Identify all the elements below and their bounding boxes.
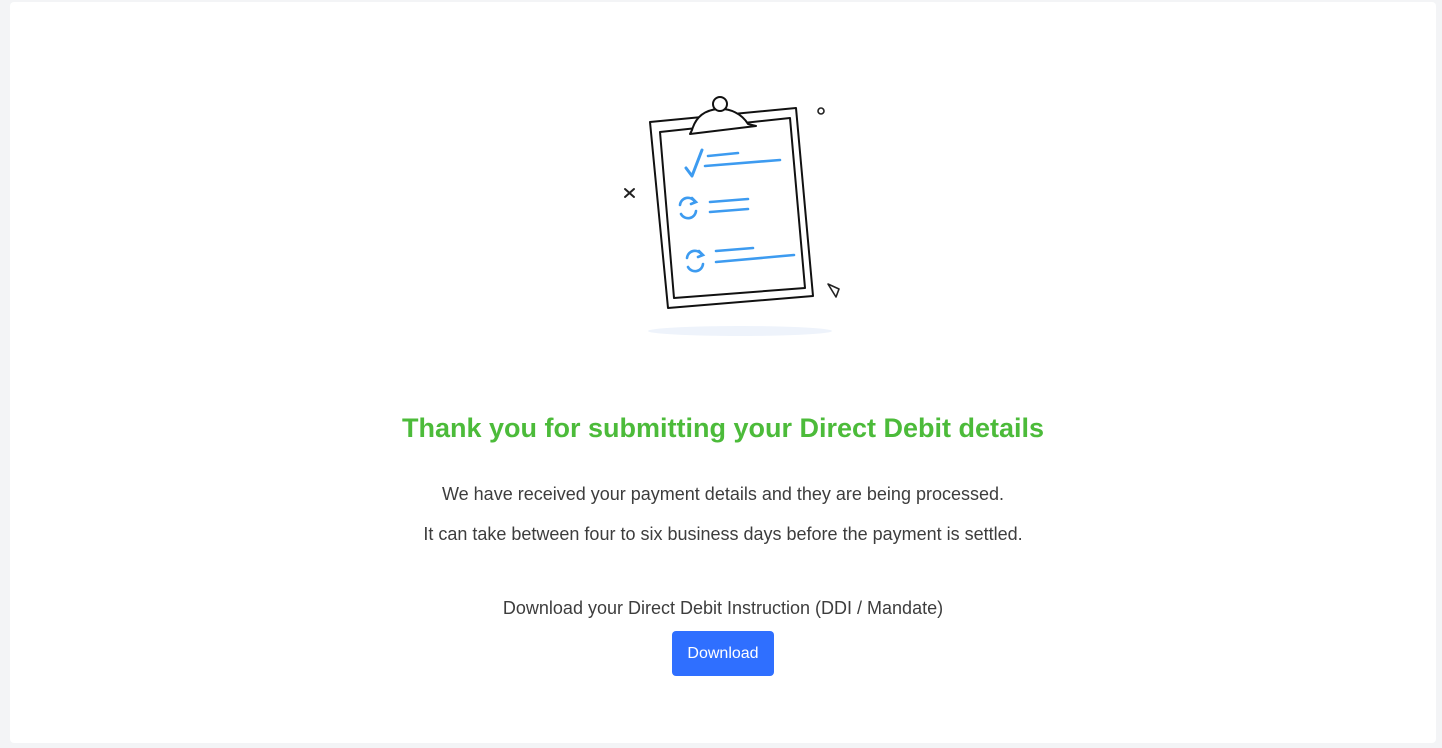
- page-title: Thank you for submitting your Direct Deb…: [401, 413, 1045, 443]
- download-button[interactable]: Download: [672, 631, 774, 676]
- circle-doodle-icon: [817, 107, 825, 115]
- download-prompt: Download your Direct Debit Instruction (…: [502, 598, 944, 618]
- ground-shadow: [648, 326, 832, 336]
- clipboard-board: [649, 107, 814, 309]
- triangle-doodle-icon: [827, 283, 840, 298]
- received-message: We have received your payment details an…: [442, 484, 1004, 504]
- clipboard-checklist-illustration: [624, 96, 840, 336]
- confirmation-card: Thank you for submitting your Direct Deb…: [10, 2, 1436, 743]
- processing-time-message: It can take between four to six business…: [423, 524, 1023, 544]
- cross-doodle-icon: [624, 188, 635, 198]
